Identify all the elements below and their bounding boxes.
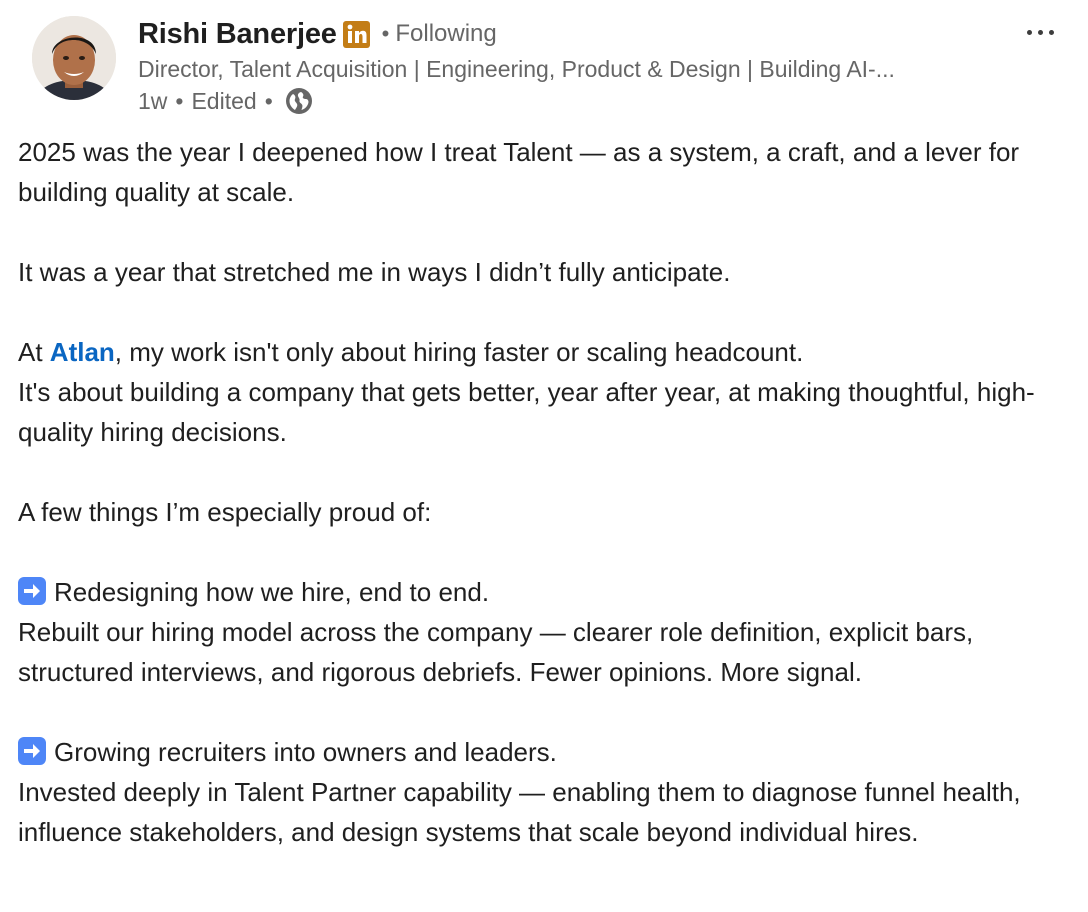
paragraph-text: At bbox=[18, 337, 50, 367]
list-item: Growing recruiters into owners and leade… bbox=[18, 732, 1068, 852]
separator-dot: • bbox=[264, 87, 273, 114]
author-avatar[interactable] bbox=[32, 16, 116, 100]
list-item-body: Rebuilt our hiring model across the comp… bbox=[18, 617, 974, 687]
separator-dot: • bbox=[175, 87, 184, 114]
globe-icon bbox=[285, 87, 313, 115]
list-item-body: Invested deeply in Talent Partner capabi… bbox=[18, 777, 1021, 847]
post-header: Rishi Banerjee • Following Director, Tal… bbox=[0, 0, 1088, 120]
post-paragraph: It was a year that stretched me in ways … bbox=[18, 257, 731, 287]
avatar-image bbox=[32, 16, 116, 100]
list-item-title: Growing recruiters into owners and leade… bbox=[54, 737, 557, 767]
author-name-row: Rishi Banerjee • Following bbox=[138, 14, 497, 54]
follow-status[interactable]: Following bbox=[395, 20, 496, 48]
right-arrow-emoji-icon bbox=[18, 577, 46, 605]
post-meta: 1w • Edited • bbox=[138, 86, 313, 116]
post-paragraph: At Atlan, my work isn't only about hirin… bbox=[18, 332, 1068, 452]
post-paragraph: A few things I’m especially proud of: bbox=[18, 497, 432, 527]
list-item: Redesigning how we hire, end to end. Reb… bbox=[18, 572, 1068, 692]
paragraph-text: , my work isn't only about hiring faster… bbox=[114, 337, 804, 367]
author-headline: Director, Talent Acquisition | Engineeri… bbox=[138, 56, 895, 82]
company-mention-link[interactable]: Atlan bbox=[50, 337, 115, 367]
paragraph-text: It's about building a company that gets … bbox=[18, 377, 1035, 447]
right-arrow-emoji-icon bbox=[18, 737, 46, 765]
edited-label: Edited bbox=[191, 87, 257, 114]
post-body: 2025 was the year I deepened how I treat… bbox=[18, 132, 1068, 892]
more-options-icon[interactable] bbox=[1020, 20, 1060, 44]
linkedin-premium-badge-icon bbox=[342, 20, 370, 48]
list-item-title: Redesigning how we hire, end to end. bbox=[54, 577, 490, 607]
post-paragraph: 2025 was the year I deepened how I treat… bbox=[18, 137, 1020, 207]
post-timestamp[interactable]: 1w bbox=[138, 88, 167, 115]
separator-dot: • bbox=[381, 21, 390, 46]
author-name[interactable]: Rishi Banerjee bbox=[138, 18, 337, 51]
